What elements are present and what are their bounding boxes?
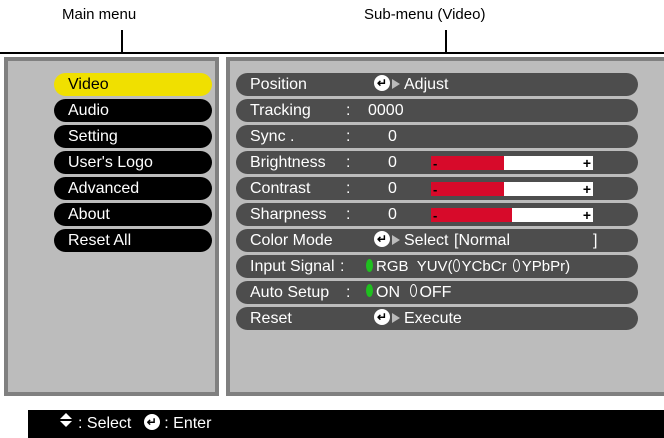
option-rgb[interactable]: RGB (376, 258, 409, 275)
contrast-slider[interactable]: - + (431, 181, 593, 197)
main-menu-item-about[interactable]: About (54, 203, 212, 226)
sub-row-reset[interactable]: Reset ↵ Execute (236, 307, 638, 330)
key-guide-bar: : Select ↵ : Enter (28, 410, 664, 438)
enter-icon: ↵ (374, 308, 390, 325)
sub-row-brightness[interactable]: Brightness : 0 - + (236, 151, 638, 174)
option-yuv: YUV( (416, 258, 453, 275)
enter-hint: : Enter (164, 415, 212, 432)
color-mode-label: Color Mode (250, 232, 333, 249)
main-menu-item-users-logo[interactable]: User's Logo (54, 151, 212, 174)
sub-row-position[interactable]: Position ↵ Adjust (236, 73, 638, 96)
sub-row-color-mode[interactable]: Color Mode ↵ Select [Normal ] (236, 229, 638, 252)
reset-label: Reset (250, 310, 292, 327)
sync-label: Sync . (250, 128, 295, 145)
input-signal-colon: : (340, 258, 345, 275)
plus-icon: + (582, 207, 591, 223)
auto-setup-colon: : (346, 284, 351, 301)
color-mode-bracket: ] (593, 232, 598, 249)
brightness-slider-fill (431, 156, 504, 170)
color-mode-current: [Normal (454, 232, 511, 249)
color-mode-action: ↵ Select (374, 229, 448, 252)
up-down-arrows-icon (60, 409, 74, 437)
select-hint: : Select (78, 415, 132, 432)
main-menu-item-reset-all[interactable]: Reset All (54, 229, 212, 252)
contrast-colon: : (346, 180, 351, 197)
option-ypbpr[interactable]: YPbPr) (522, 258, 570, 275)
sub-row-contrast[interactable]: Contrast : 0 - + (236, 177, 638, 200)
main-menu-callout: Main menu (62, 6, 137, 23)
brightness-label: Brightness (250, 154, 326, 171)
minus-icon: - (433, 156, 438, 171)
sub-row-input-signal[interactable]: Input Signal : RGB YUV( YCbCr YPbPr) (236, 255, 638, 278)
auto-setup-options: ON OFF (366, 281, 451, 304)
main-menu-item-audio[interactable]: Audio (54, 99, 212, 122)
sub-row-auto-setup[interactable]: Auto Setup : ON OFF (236, 281, 638, 304)
auto-setup-label: Auto Setup (250, 284, 330, 301)
contrast-label: Contrast (250, 180, 311, 197)
contrast-slider-fill (431, 182, 504, 196)
arrow-right-icon (392, 312, 400, 323)
option-ycbcr[interactable]: YCbCr (462, 258, 507, 275)
sub-menu-leader (445, 30, 447, 54)
sharpness-value: 0 (388, 206, 397, 223)
position-label: Position (250, 76, 307, 93)
sub-row-sharpness[interactable]: Sharpness : 0 - + (236, 203, 638, 226)
sharpness-colon: : (346, 206, 351, 223)
option-on[interactable]: ON (376, 284, 400, 301)
tracking-colon: : (346, 102, 351, 119)
sharpness-label: Sharpness (250, 206, 327, 223)
tracking-value: 0000 (368, 102, 404, 119)
main-menu-item-video[interactable]: Video (54, 73, 212, 96)
option-off[interactable]: OFF (419, 284, 451, 301)
position-action: ↵ Adjust (374, 73, 448, 96)
radio-selected-icon[interactable] (366, 258, 373, 272)
sub-row-tracking[interactable]: Tracking : 0000 (236, 99, 638, 122)
contrast-value: 0 (388, 180, 397, 197)
input-signal-options: RGB YUV( YCbCr YPbPr) (366, 255, 570, 278)
brightness-slider[interactable]: - + (431, 155, 593, 171)
enter-icon: ↵ (374, 230, 390, 247)
main-menu-leader (121, 30, 123, 54)
input-signal-label: Input Signal (250, 258, 335, 275)
arrow-right-icon (392, 78, 400, 89)
minus-icon: - (433, 208, 438, 223)
minus-icon: - (433, 182, 438, 197)
sub-row-sync[interactable]: Sync . : 0 (236, 125, 638, 148)
radio-unselected-icon[interactable] (512, 258, 520, 272)
sharpness-slider[interactable]: - + (431, 207, 593, 223)
sub-menu-callout: Sub-menu (Video) (364, 6, 486, 23)
enter-icon: ↵ (374, 74, 390, 91)
reset-action: ↵ Execute (374, 307, 462, 330)
sharpness-slider-fill (431, 208, 512, 222)
main-menu-item-setting[interactable]: Setting (54, 125, 212, 148)
enter-icon: ↵ (143, 413, 160, 430)
arrow-right-icon (392, 234, 400, 245)
tracking-label: Tracking (250, 102, 311, 119)
sync-colon: : (346, 128, 351, 145)
plus-icon: + (582, 181, 591, 197)
radio-selected-icon[interactable] (366, 284, 373, 298)
key-guide-content: : Select ↵ : Enter (60, 410, 211, 438)
plus-icon: + (582, 155, 591, 171)
main-menu-item-advanced[interactable]: Advanced (54, 177, 212, 200)
radio-unselected-icon[interactable] (452, 258, 460, 272)
sync-value: 0 (388, 128, 397, 145)
brightness-colon: : (346, 154, 351, 171)
radio-unselected-icon[interactable] (410, 284, 418, 298)
brightness-value: 0 (388, 154, 397, 171)
